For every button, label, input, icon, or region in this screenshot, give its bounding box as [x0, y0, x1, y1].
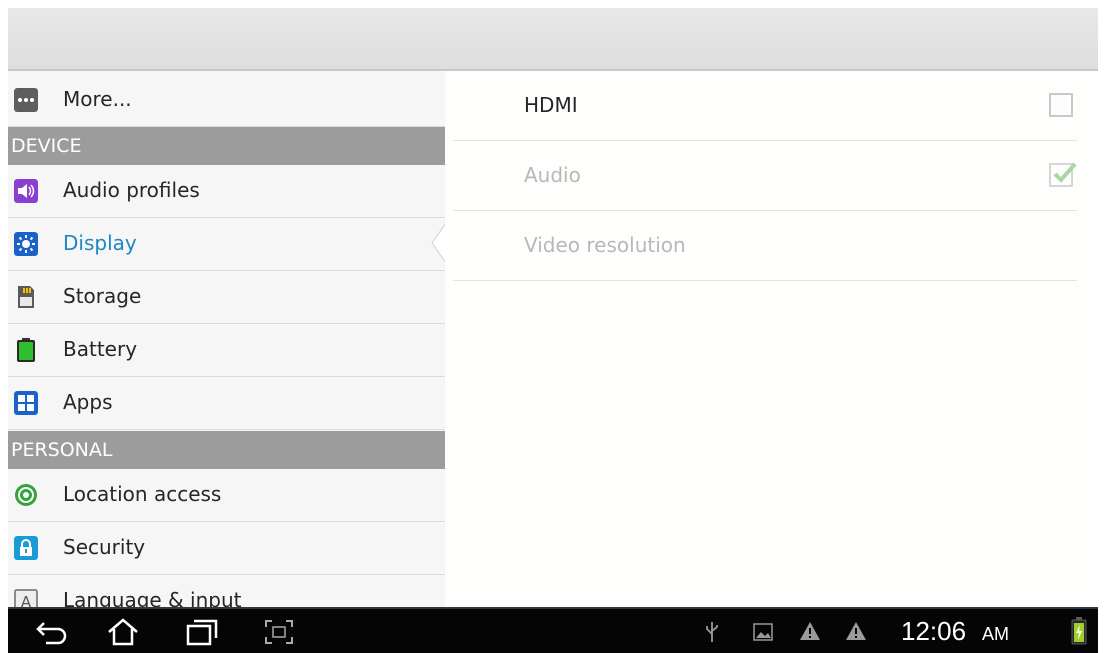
sidebar-item-audio-profiles[interactable]: Audio profiles	[8, 165, 445, 218]
back-icon[interactable]	[36, 619, 68, 645]
storage-icon	[18, 286, 34, 308]
sidebar-item-display[interactable]: Display	[8, 218, 445, 271]
lock-icon	[14, 536, 38, 560]
sidebar-item-label: Battery	[63, 337, 138, 361]
sidebar-item-more[interactable]: More...	[8, 74, 445, 127]
more-icon	[14, 88, 38, 112]
sidebar-item-security[interactable]: Security	[8, 522, 445, 575]
sidebar-item-label: Language & input	[63, 588, 242, 607]
display-detail-pane: HDMI Audio Video resolution	[445, 71, 1098, 607]
display-icon	[14, 232, 38, 256]
video-resolution-preference[interactable]: Video resolution	[453, 211, 1077, 281]
audio-label: Audio	[524, 163, 581, 187]
sidebar-item-battery[interactable]: Battery	[8, 324, 445, 377]
sidebar-item-location[interactable]: Location access	[8, 469, 445, 522]
sidebar-item-label: Storage	[63, 284, 142, 308]
section-header-device: DEVICE	[8, 127, 445, 165]
settings-app: More... DEVICE Audio profiles Display St…	[0, 0, 1110, 653]
warning-icon	[800, 622, 820, 640]
hdmi-preference[interactable]: HDMI	[453, 71, 1077, 141]
apps-icon	[14, 391, 38, 415]
image-icon	[753, 623, 773, 641]
usb-icon	[706, 622, 718, 642]
check-icon	[1053, 162, 1077, 183]
action-bar	[8, 8, 1098, 71]
video-resolution-label: Video resolution	[524, 233, 686, 257]
section-header-personal: PERSONAL	[8, 431, 445, 469]
clock-ampm: AM	[982, 624, 1009, 644]
recent-apps-icon[interactable]	[186, 618, 218, 646]
svg-text:A: A	[21, 593, 32, 607]
sidebar-item-language[interactable]: A Language & input	[8, 575, 445, 607]
sidebar-item-apps[interactable]: Apps	[8, 377, 445, 430]
language-icon: A	[14, 589, 38, 607]
sidebar-item-label: More...	[63, 87, 132, 111]
sidebar-item-label: Location access	[63, 482, 222, 506]
sidebar-item-label: Apps	[63, 390, 113, 414]
screenshot-icon[interactable]	[264, 619, 294, 645]
home-icon[interactable]	[106, 618, 140, 646]
warning-icon	[846, 622, 866, 640]
sidebar-item-storage[interactable]: Storage	[8, 271, 445, 324]
hdmi-label: HDMI	[524, 93, 578, 117]
battery-icon	[17, 338, 35, 362]
clock-time[interactable]: 12:06	[901, 616, 966, 647]
audio-profiles-icon	[14, 179, 38, 203]
sidebar-item-label: Display	[63, 231, 137, 255]
location-icon	[15, 484, 37, 506]
audio-checkbox[interactable]	[1049, 162, 1077, 187]
settings-sidebar: More... DEVICE Audio profiles Display St…	[8, 71, 445, 607]
sidebar-item-label: Audio profiles	[63, 178, 200, 202]
audio-preference[interactable]: Audio	[453, 141, 1077, 211]
battery-charging-icon	[1071, 617, 1087, 645]
sidebar-item-label: Security	[63, 535, 146, 559]
navigation-bar: 12:06 AM	[8, 607, 1098, 653]
hdmi-checkbox[interactable]	[1049, 93, 1073, 117]
